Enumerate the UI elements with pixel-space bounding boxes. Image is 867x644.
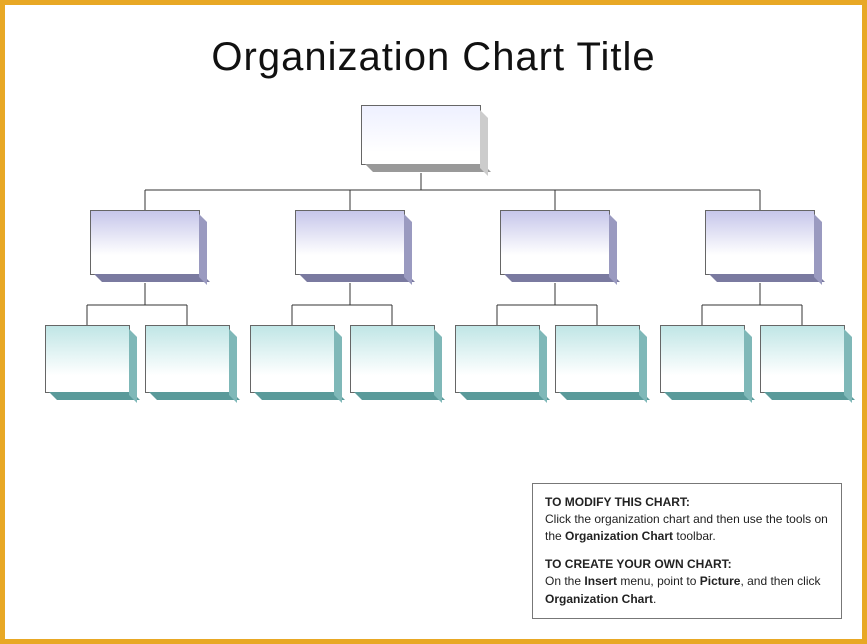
create-post: . [653,592,656,606]
org-node-leaf[interactable] [455,325,540,393]
create-mid2: , and then click [740,574,820,588]
org-node-leaf[interactable] [145,325,230,393]
org-node-mid[interactable] [90,210,200,275]
modify-post: toolbar. [673,529,716,543]
org-node-leaf[interactable] [250,325,335,393]
org-node-mid[interactable] [705,210,815,275]
create-instructions: TO CREATE YOUR OWN CHART: On the Insert … [545,556,829,608]
create-pre: On the [545,574,584,588]
org-node-leaf[interactable] [760,325,845,393]
modify-bold: Organization Chart [565,529,673,543]
create-header: TO CREATE YOUR OWN CHART: [545,557,732,571]
org-node-leaf[interactable] [45,325,130,393]
create-b2: Picture [700,574,741,588]
org-node-mid[interactable] [295,210,405,275]
create-b1: Insert [584,574,617,588]
create-b3: Organization Chart [545,592,653,606]
org-node-root[interactable] [361,105,481,165]
org-node-leaf[interactable] [350,325,435,393]
org-chart[interactable] [5,90,862,470]
modify-header: TO MODIFY THIS CHART: [545,495,690,509]
create-mid: menu, point to [617,574,700,588]
org-node-mid[interactable] [500,210,610,275]
org-node-leaf[interactable] [660,325,745,393]
org-node-leaf[interactable] [555,325,640,393]
modify-instructions: TO MODIFY THIS CHART: Click the organiza… [545,494,829,546]
instructions-box: TO MODIFY THIS CHART: Click the organiza… [532,483,842,619]
chart-title: Organization Chart Title [5,35,862,80]
